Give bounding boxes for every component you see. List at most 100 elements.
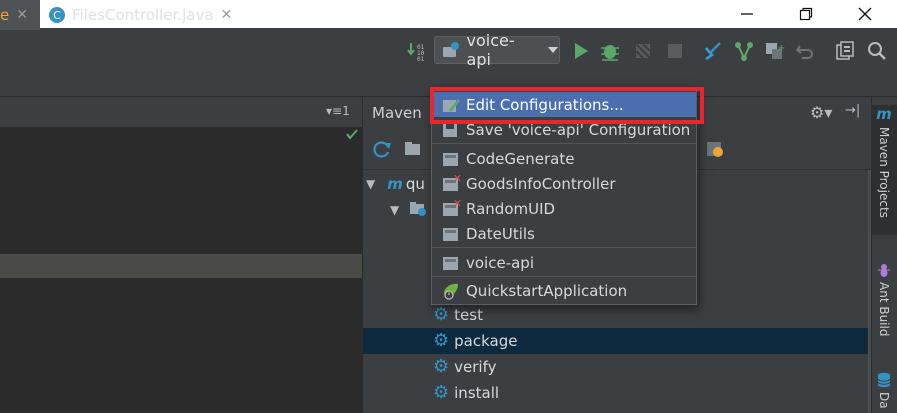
editor-tab-strip [0, 97, 362, 127]
tree-node-goal-package[interactable]: ⚙ package [363, 328, 868, 354]
tab-label: e [0, 6, 10, 24]
vcs-commit-icon [735, 42, 753, 61]
tree-node-label: test [454, 306, 483, 324]
maximize-button[interactable] [786, 0, 826, 28]
run-config-label: voice-api [466, 31, 515, 69]
dependencies-icon [707, 142, 723, 157]
vcs-update-icon [705, 42, 721, 61]
menu-item-label: voice-api [466, 253, 534, 272]
app-config-icon [442, 225, 460, 243]
close-button[interactable] [845, 0, 885, 28]
app-config-icon [442, 150, 460, 168]
spring-boot-icon [442, 282, 460, 300]
reimport-button[interactable] [372, 139, 392, 163]
expand-arrow-icon[interactable]: ▼ [390, 203, 399, 217]
vcs-update-button[interactable] [703, 40, 725, 62]
gear-icon: ⚙ [433, 382, 450, 403]
app-config-error-icon: ✕ [442, 172, 462, 193]
vtab-ant-build[interactable]: Ant Build [871, 262, 897, 348]
tree-node-label: verify [454, 358, 497, 376]
menu-item-label: DateUtils [466, 224, 535, 243]
svg-text:01: 01 [417, 56, 425, 62]
menu-item-label: QuickstartApplication [466, 281, 628, 300]
editor-tab-filescontroller[interactable]: C FilesController.java ✕ [41, 0, 237, 30]
run-icon [575, 43, 588, 59]
menu-item-label: GoodsInfoController [466, 174, 616, 193]
minimize-button[interactable] [727, 0, 767, 28]
chevron-down-icon [548, 47, 559, 53]
maven-title: Maven [372, 104, 422, 122]
debug-icon [601, 45, 619, 61]
editor-current-line [0, 254, 362, 278]
close-tab-icon[interactable]: ✕ [16, 7, 28, 23]
menu-item-label: RandomUID [466, 199, 556, 218]
search-everywhere-button[interactable] [866, 40, 888, 62]
svg-text:+: + [777, 43, 785, 54]
project-structure-button[interactable] [834, 40, 856, 62]
hide-panel-icon[interactable]: →| [845, 103, 860, 118]
gear-icon: ⚙ [433, 356, 450, 377]
minimize-icon [741, 13, 753, 15]
gear-icon: ⚙ [433, 330, 450, 351]
refresh-icon [373, 141, 391, 158]
vtab-maven-projects[interactable]: m Maven Projects [871, 105, 897, 235]
tab-label: FilesController.java [72, 6, 214, 24]
revert-button[interactable] [794, 40, 816, 62]
java-class-icon: C [49, 7, 65, 23]
tree-node-goal-install[interactable]: ⚙ install [363, 380, 868, 406]
vtab-label: Maven Projects [877, 127, 891, 218]
tree-node-label: package [454, 332, 518, 350]
stop-button[interactable] [664, 40, 686, 62]
menu-item-goodsinfocontroller[interactable]: ✕ GoodsInfoController [432, 171, 696, 196]
close-icon [858, 7, 872, 21]
menu-item-label: CodeGenerate [466, 149, 575, 168]
menu-item-dateutils[interactable]: DateUtils [432, 221, 696, 246]
tree-node-goal-verify[interactable]: ⚙ verify [363, 354, 868, 380]
maven-icon: m [876, 105, 892, 123]
annotation-callout-box [430, 87, 704, 124]
expand-arrow-icon[interactable]: ▼ [366, 177, 375, 191]
project-structure-icon [836, 41, 854, 60]
menu-separator [432, 247, 696, 248]
app-config-error-icon: ✕ [442, 197, 462, 218]
show-dependencies-button[interactable] [704, 139, 726, 163]
revert-icon [795, 45, 813, 59]
maven-project-icon: m [387, 175, 403, 193]
folder-icon [405, 142, 420, 155]
build-icon: 01 10 01 [407, 43, 425, 62]
coverage-icon [635, 43, 651, 59]
run-config-icon [443, 42, 459, 57]
vcs-compare-button[interactable]: + [763, 40, 785, 62]
gear-icon: ⚙ [433, 304, 450, 325]
generate-sources-button[interactable] [403, 139, 423, 163]
menu-separator [432, 276, 696, 277]
lifecycle-folder-icon [409, 200, 427, 220]
ant-icon [878, 264, 890, 277]
menu-item-voice-api[interactable]: voice-api [432, 250, 696, 275]
menu-item-randomuid[interactable]: ✕ RandomUID [432, 196, 696, 221]
database-icon [877, 372, 891, 388]
vtab-label: Da [877, 392, 891, 409]
settings-gear-icon[interactable]: ⚙▾ [810, 103, 832, 122]
menu-item-quickstartapplication[interactable]: QuickstartApplication [432, 278, 696, 303]
tree-node-goal-test[interactable]: ⚙ test [363, 302, 868, 328]
maximize-icon [799, 7, 813, 21]
run-configuration-selector[interactable]: voice-api [434, 31, 560, 69]
inspection-ok-icon [345, 127, 359, 145]
close-tab-icon[interactable]: ✕ [221, 7, 233, 23]
menu-separator [432, 143, 696, 144]
vcs-commit-button[interactable] [733, 40, 755, 62]
editor-tab-active[interactable]: e ✕ [0, 0, 40, 30]
vtab-label: Ant Build [877, 282, 891, 337]
vtab-database[interactable]: Da [871, 372, 897, 413]
run-button[interactable] [570, 40, 592, 62]
tab-overflow-button[interactable]: ▾≡1 [326, 104, 350, 118]
debug-button[interactable] [599, 40, 621, 62]
menu-item-codegenerate[interactable]: CodeGenerate [432, 146, 696, 171]
search-icon [868, 42, 886, 60]
coverage-button[interactable] [632, 40, 654, 62]
app-config-icon [442, 254, 460, 272]
tree-node-label: qu [405, 175, 425, 193]
tree-node-label: install [454, 384, 500, 402]
build-button[interactable]: 01 10 01 [406, 40, 428, 62]
